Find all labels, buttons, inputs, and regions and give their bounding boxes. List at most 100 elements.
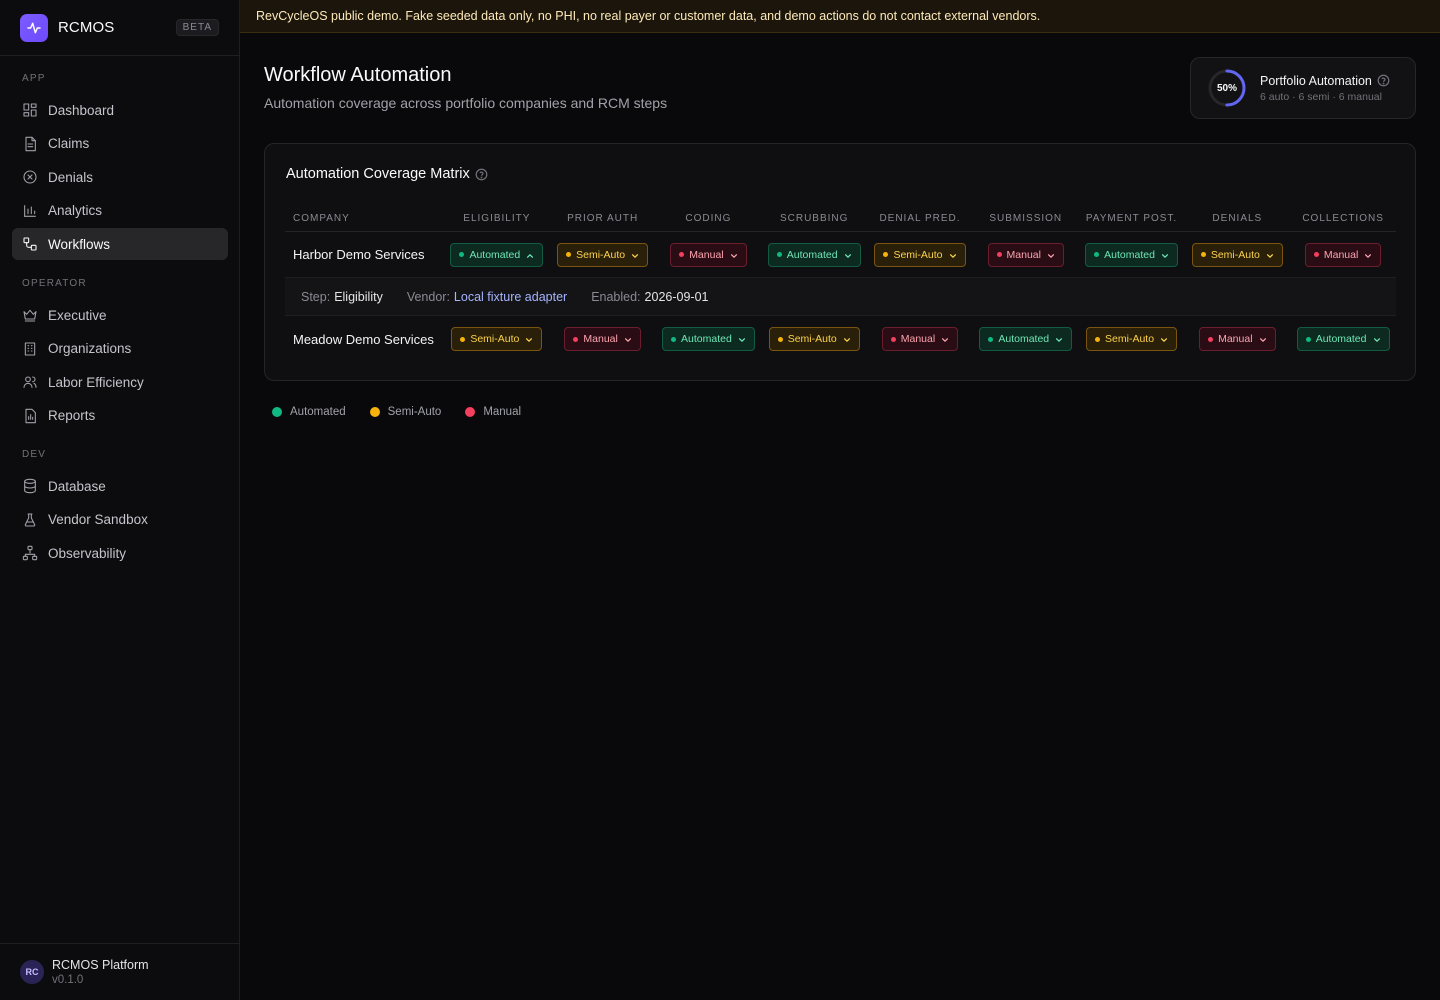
status-dropdown-manual[interactable]: Manual xyxy=(564,327,641,351)
matrix-cell: Semi-Auto xyxy=(550,242,656,267)
sidebar-item-database[interactable]: Database xyxy=(12,470,228,502)
status-label: Manual xyxy=(1006,248,1041,261)
bar-chart-icon xyxy=(22,203,38,219)
help-icon[interactable] xyxy=(475,168,488,181)
status-dropdown-semi[interactable]: Semi-Auto xyxy=(1086,327,1178,351)
matrix-cell: Automated xyxy=(761,242,867,267)
sidebar-item-denials[interactable]: Denials xyxy=(12,161,228,193)
detail-step: Step: Eligibility xyxy=(301,290,383,304)
status-dropdown-semi[interactable]: Semi-Auto xyxy=(557,242,649,267)
nav-section-label: DEV xyxy=(22,449,47,460)
portfolio-automation-card: 50% Portfolio Automation 6 auto · 6 semi… xyxy=(1190,57,1416,119)
chevron-up-icon xyxy=(526,251,534,259)
legend-item-manual: Manual xyxy=(465,406,521,418)
status-dot xyxy=(1208,336,1214,342)
company-name: Meadow Demo Services xyxy=(293,331,434,347)
platform-version: v0.1.0 xyxy=(52,974,84,986)
sidebar-item-executive[interactable]: Executive xyxy=(12,299,228,331)
status-dropdown-semi[interactable]: Semi-Auto xyxy=(768,327,860,351)
sidebar-item-label: Dashboard xyxy=(48,102,115,118)
sidebar-item-label: Workflows xyxy=(48,236,111,252)
chevron-down-icon xyxy=(1161,251,1169,259)
status-dropdown-auto[interactable]: Automated xyxy=(662,327,755,351)
column-header-denials: DENIALS xyxy=(1212,212,1263,224)
automation-matrix-card: Automation Coverage Matrix COMPANY ELIGIB… xyxy=(264,143,1416,381)
nav-section-app: APP Dashboard Claims Denials Analytics Workfl… xyxy=(0,73,240,262)
sidebar-item-label: Claims xyxy=(48,136,90,151)
sidebar-item-label: Denials xyxy=(48,169,94,185)
chevron-down-icon xyxy=(624,335,632,343)
sidebar-item-analytics[interactable]: Analytics xyxy=(12,195,228,227)
status-dropdown-semi[interactable]: Semi-Auto xyxy=(451,327,543,351)
legend-item-automated: Automated xyxy=(272,406,346,418)
detail-enabled: Enabled: 2026-09-01 xyxy=(591,290,708,304)
status-label: Semi-Auto xyxy=(576,248,626,261)
sidebar-item-workflows[interactable]: Workflows xyxy=(12,228,228,260)
automation-progress-ring: 50% xyxy=(1207,68,1247,108)
status-dropdown-auto[interactable]: Automated xyxy=(450,242,544,267)
status-label: Manual xyxy=(1323,248,1359,261)
status-dot xyxy=(459,252,465,257)
status-dropdown-semi[interactable]: Semi-Auto xyxy=(874,242,966,267)
chevron-down-icon xyxy=(525,335,533,343)
status-dropdown-semi[interactable]: Semi-Auto xyxy=(1191,242,1283,267)
status-label: Manual xyxy=(689,248,724,261)
status-label: Automated xyxy=(469,248,521,261)
sidebar-item-organizations[interactable]: Organizations xyxy=(12,333,228,365)
status-dropdown-manual[interactable]: Manual xyxy=(1304,242,1382,267)
sidebar-item-label: Executive xyxy=(48,307,107,323)
brand[interactable]: RCMOS BETA xyxy=(0,0,239,56)
status-dropdown-auto[interactable]: Automated xyxy=(767,242,861,267)
demo-banner-text: RevCycleOS public demo. Fake seeded data… xyxy=(256,9,1041,23)
sidebar-footer[interactable]: RC RCMOS Platform v0.1.0 xyxy=(0,943,240,1000)
sidebar: RCMOS BETA APP Dashboard Claims Denials Anal… xyxy=(0,0,240,1000)
document-icon xyxy=(22,136,38,152)
sidebar-item-observability[interactable]: Observability xyxy=(12,537,228,569)
status-dropdown-manual[interactable]: Manual xyxy=(881,327,959,351)
matrix-cell: Automated xyxy=(1290,327,1396,351)
sidebar-item-label: Reports xyxy=(48,408,96,423)
sidebar-item-reports[interactable]: Reports xyxy=(12,400,228,432)
matrix-cell: Manual xyxy=(550,327,656,351)
status-dropdown-auto[interactable]: Automated xyxy=(979,327,1073,351)
chevron-down-icon xyxy=(1160,335,1168,343)
table-row: Harbor Demo Services Automated Semi-Auto Ma… xyxy=(285,232,1396,278)
column-header-denial-pred: DENIAL PRED. xyxy=(879,212,961,224)
brand-name: RCMOS xyxy=(58,19,115,36)
status-label: Automated xyxy=(681,333,732,345)
x-circle-icon xyxy=(22,169,38,185)
sidebar-item-claims[interactable]: Claims xyxy=(12,128,228,160)
matrix-cell: Automated xyxy=(973,327,1079,351)
status-legend: Automated Semi-Auto Manual xyxy=(272,406,545,418)
sidebar-item-dashboard[interactable]: Dashboard xyxy=(12,94,228,126)
platform-name: RCMOS Platform xyxy=(52,958,149,972)
chevron-down-icon xyxy=(941,335,949,343)
status-dropdown-manual[interactable]: Manual xyxy=(670,242,747,267)
users-icon xyxy=(22,374,38,390)
page-header: Workflow Automation Automation coverage … xyxy=(264,64,667,111)
sidebar-item-label: Organizations xyxy=(48,341,132,356)
status-dropdown-manual[interactable]: Manual xyxy=(987,242,1064,267)
matrix-cell: Automated xyxy=(1079,242,1185,267)
sidebar-item-labor-efficiency[interactable]: Labor Efficiency xyxy=(12,366,228,398)
status-label: Manual xyxy=(583,333,618,345)
report-icon xyxy=(22,408,38,424)
detail-vendor-value[interactable]: Local fixture adapter xyxy=(454,290,567,304)
workflow-icon xyxy=(22,236,38,252)
status-dropdown-auto[interactable]: Automated xyxy=(1296,327,1390,351)
matrix-cell: Semi-Auto xyxy=(1079,327,1185,351)
status-dropdown-auto[interactable]: Automated xyxy=(1085,242,1178,267)
status-dot xyxy=(1313,252,1319,257)
detail-step-value: Eligibility xyxy=(334,289,383,304)
nav-section-label: OPERATOR xyxy=(22,278,87,289)
status-label: Automated xyxy=(786,248,838,261)
help-icon[interactable] xyxy=(1377,74,1390,87)
crown-icon xyxy=(22,307,38,323)
status-dot xyxy=(988,336,994,342)
chevron-down-icon xyxy=(1047,251,1055,259)
sidebar-item-vendor-sandbox[interactable]: Vendor Sandbox xyxy=(12,504,228,536)
detail-vendor-label: Vendor: xyxy=(406,289,450,304)
matrix-cell: Semi-Auto xyxy=(867,242,973,267)
chevron-down-icon xyxy=(738,335,746,343)
status-dropdown-manual[interactable]: Manual xyxy=(1199,327,1276,351)
